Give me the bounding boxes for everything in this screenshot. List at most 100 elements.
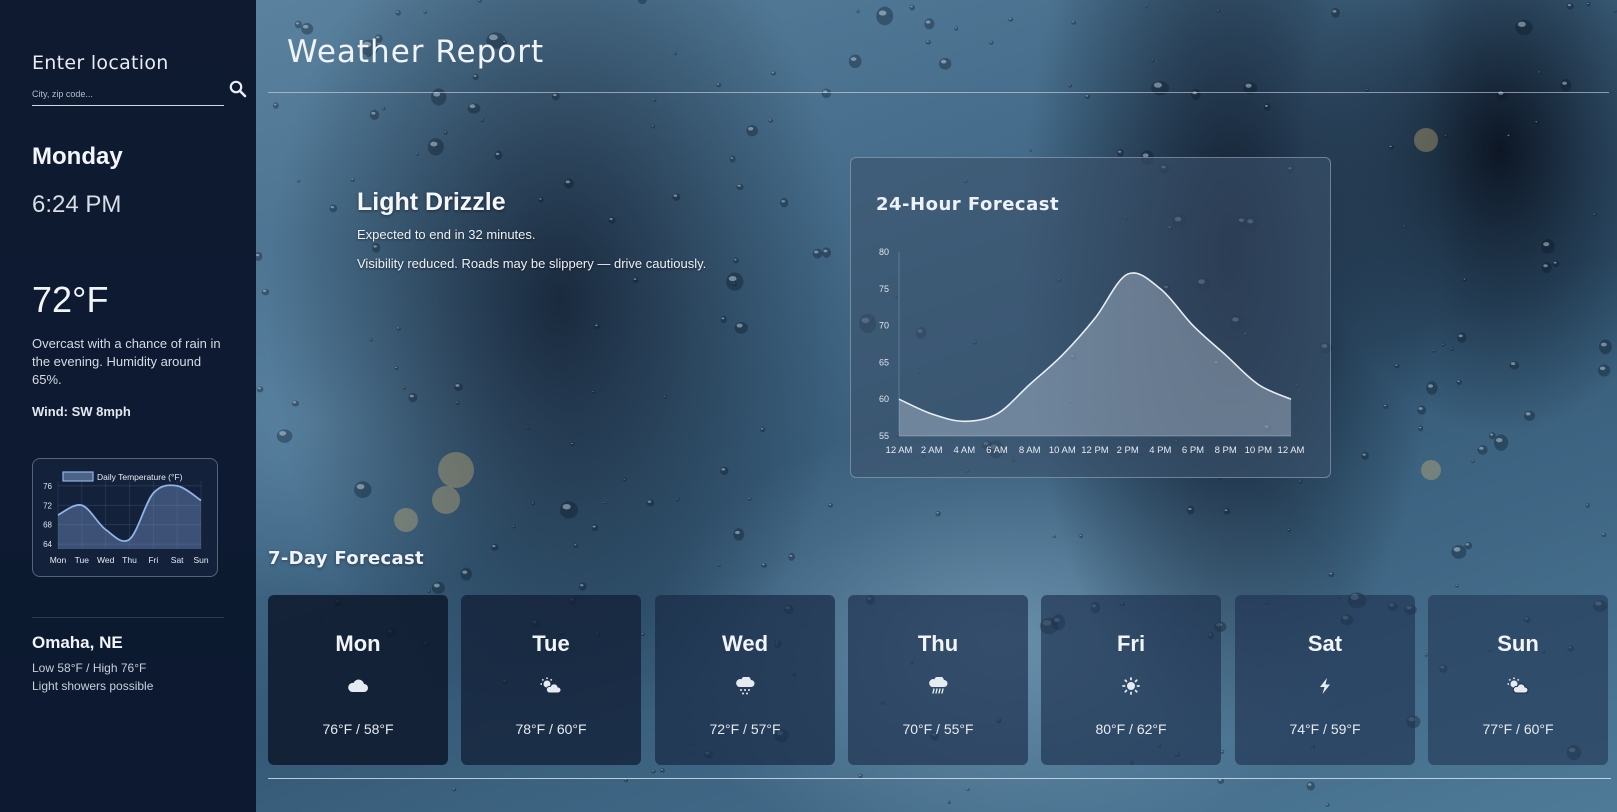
current-time: 6:24 PM <box>32 191 122 218</box>
x-tick-label: 10 PM <box>1245 445 1273 456</box>
droplet <box>261 288 270 296</box>
droplet <box>1598 364 1611 377</box>
droplet <box>672 193 681 201</box>
droplet <box>1441 343 1446 347</box>
day-card-mon[interactable]: Mon 76°F / 58°F <box>268 595 448 765</box>
droplet <box>1216 9 1221 13</box>
droplet <box>369 109 380 121</box>
droplet <box>1328 572 1335 578</box>
droplet <box>623 478 627 482</box>
droplet <box>415 152 420 156</box>
droplet <box>720 466 729 476</box>
droplet <box>717 564 721 567</box>
droplet <box>478 0 482 3</box>
x-tick-label: 12 AM <box>886 445 913 456</box>
day-temp-range: 78°F / 60°F <box>515 721 587 737</box>
droplet <box>494 150 503 160</box>
droplet <box>821 88 832 99</box>
legend-swatch <box>62 471 94 482</box>
x-tick-label: Fri <box>148 555 158 565</box>
wind-info: Wind: SW 8mph <box>32 404 131 419</box>
droplet <box>1534 120 1539 125</box>
day-name: Fri <box>1116 631 1146 656</box>
weekly-forecast-title: 7-Day Forecast <box>268 548 424 569</box>
droplet <box>452 787 457 792</box>
droplet <box>526 426 530 431</box>
droplet <box>822 247 832 258</box>
y-tick-label: 60 <box>879 394 889 404</box>
y-tick-label: 70 <box>879 321 889 331</box>
droplet <box>1471 459 1475 464</box>
droplet <box>1541 262 1552 273</box>
x-tick-label: Sat <box>171 555 184 565</box>
day-card-wed[interactable]: Wed 72°F / 57°F <box>655 595 835 765</box>
droplet <box>716 82 722 88</box>
droplet <box>467 103 481 114</box>
location-search-input[interactable] <box>32 82 224 106</box>
droplet <box>734 321 748 334</box>
droplet <box>396 326 401 331</box>
x-tick-label: Thu <box>122 555 137 565</box>
droplet <box>759 427 766 433</box>
title-divider <box>268 92 1609 93</box>
day-card-tue[interactable]: Tue 78°F / 60°F <box>461 595 641 765</box>
droplet <box>1456 379 1463 385</box>
bokeh-light <box>438 452 474 488</box>
droplet <box>1383 404 1389 409</box>
day-name: Wed <box>721 631 769 656</box>
droplet <box>382 106 386 111</box>
droplet <box>301 23 314 35</box>
droplet <box>848 54 862 69</box>
day-card-sat[interactable]: Sat 74°F / 59°F <box>1235 595 1415 765</box>
droplet <box>570 442 575 447</box>
day-temp-range: 76°F / 58°F <box>322 721 394 737</box>
droplet <box>1145 4 1149 8</box>
droplet <box>1560 78 1572 92</box>
day-name: Mon <box>335 631 381 656</box>
droplet <box>632 277 639 284</box>
droplet <box>748 497 752 501</box>
droplet <box>1008 17 1014 22</box>
droplet <box>491 543 499 551</box>
droplet <box>480 118 485 123</box>
droplet <box>646 499 655 507</box>
droplet <box>1426 381 1438 395</box>
droplet <box>256 251 263 262</box>
sun-icon <box>1120 677 1142 695</box>
droplet <box>1613 9 1617 14</box>
droplet <box>1509 361 1520 370</box>
droplet <box>1418 425 1424 432</box>
droplet <box>746 125 759 137</box>
x-tick-label: 10 AM <box>1049 445 1076 456</box>
x-tick-label: 2 PM <box>1117 445 1139 456</box>
droplet <box>443 130 448 135</box>
droplet <box>1537 71 1542 75</box>
droplet <box>297 179 301 183</box>
droplet <box>733 528 745 541</box>
droplet <box>768 118 774 123</box>
droplet <box>1151 81 1170 96</box>
day-card-thu[interactable]: Thu 70°F / 55°F <box>848 595 1028 765</box>
y-tick-label: 55 <box>879 431 889 441</box>
droplet <box>1462 278 1468 282</box>
search-icon[interactable] <box>229 80 249 100</box>
droplet <box>256 386 264 393</box>
droplet <box>538 197 544 203</box>
droplet <box>1457 332 1467 343</box>
bottom-divider <box>268 778 1611 779</box>
droplet <box>651 769 656 774</box>
droplet <box>1388 145 1394 150</box>
weather-description: Overcast with a chance of rain in the ev… <box>32 336 221 387</box>
droplet <box>989 40 994 45</box>
droplet <box>1298 479 1303 484</box>
droplet <box>472 73 480 81</box>
heavy-rain-icon <box>927 676 949 695</box>
sidebar: Enter location Monday 6:24 PM 72°F Overc… <box>0 0 256 812</box>
droplet <box>1444 133 1448 138</box>
hourly-forecast-panel: 24-Hour Forecast 80 75 70 65 60 55 12 AM 2 AM 4 … <box>850 157 1331 478</box>
low-high-temps: Low 58°F / High 76°F <box>32 661 147 675</box>
cloud-icon <box>347 677 369 695</box>
day-card-fri[interactable]: Fri 80°F / 62°F <box>1041 595 1221 765</box>
day-card-sun[interactable]: Sun 77°F / 60°F <box>1428 595 1608 765</box>
droplet <box>1068 83 1073 88</box>
